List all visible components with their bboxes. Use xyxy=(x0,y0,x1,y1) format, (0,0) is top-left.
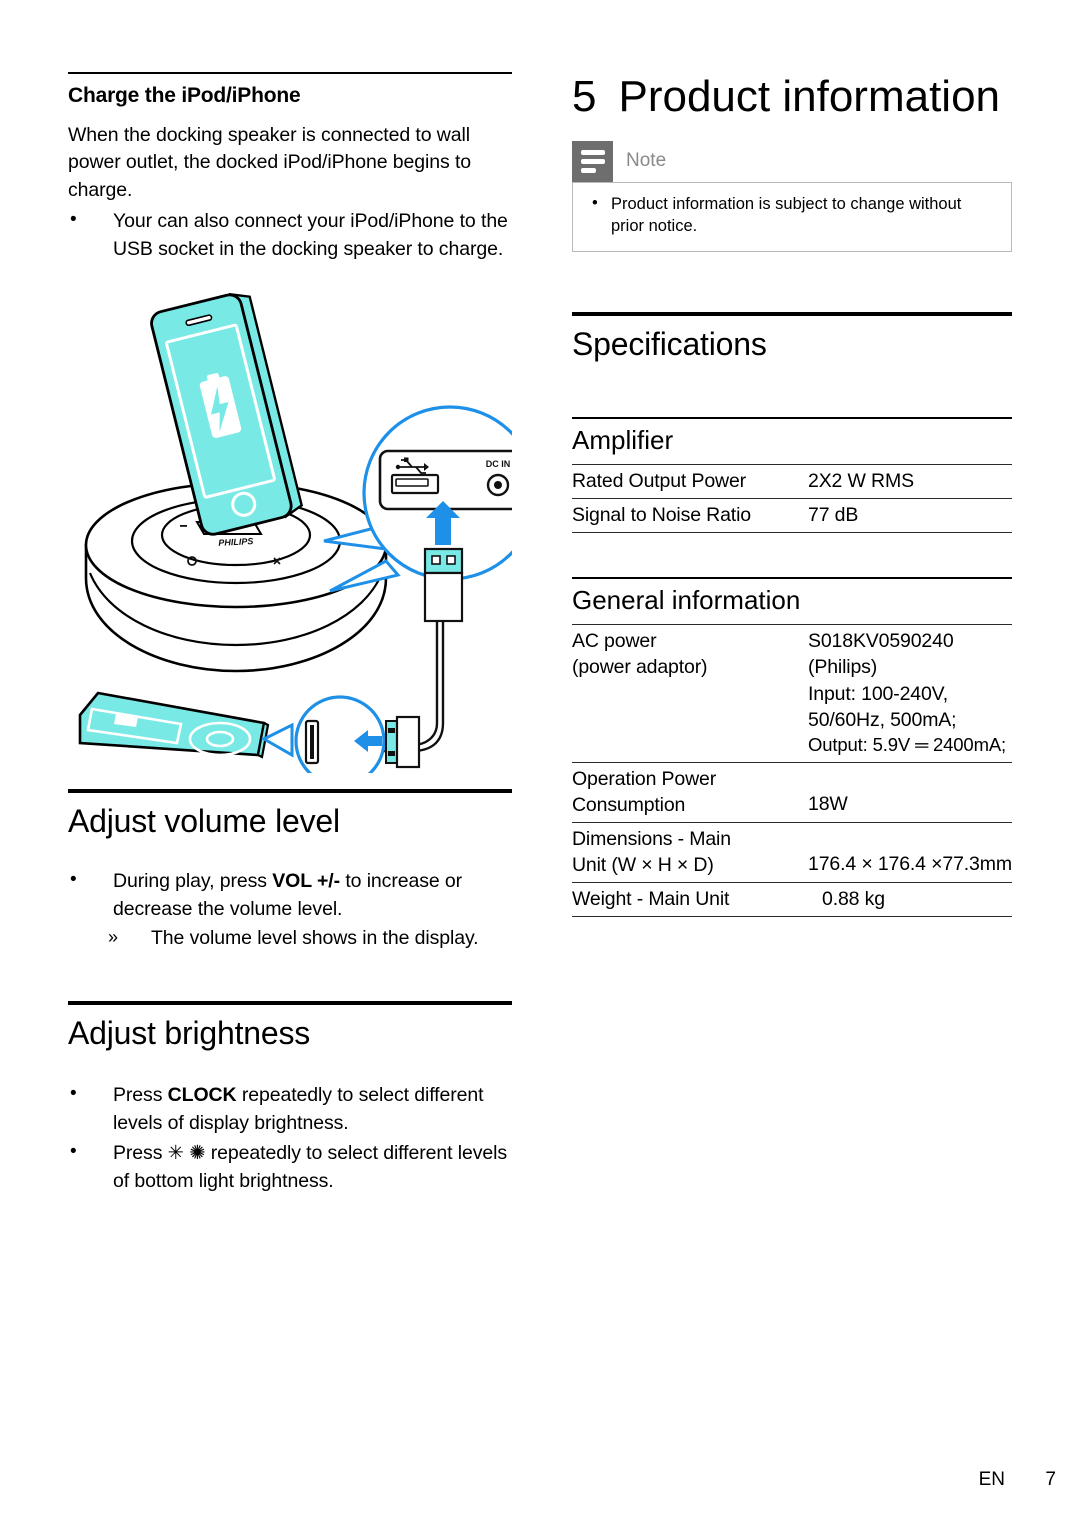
dock-port xyxy=(304,720,320,765)
bullet-text-bold: VOL +/- xyxy=(272,870,340,893)
value-line: 50/60Hz, 500mA; xyxy=(808,708,957,731)
philips-logo: PHILIPS xyxy=(218,536,253,548)
table-cell-value: 18W xyxy=(806,762,1012,823)
amplifier-table: Rated Output Power 2X2 W RMS Signal to N… xyxy=(572,465,1012,534)
dock-connector-plug xyxy=(385,716,421,769)
table-row: Dimensions - Main Unit (W × H × D) 176.4… xyxy=(572,822,1012,884)
heading-adjust-volume: Adjust volume level xyxy=(68,803,340,840)
subsection-rule-amplifier xyxy=(572,417,1012,419)
table-cell-value: 176.4 × 176.4 ×77.3mm xyxy=(806,822,1012,884)
table-cell-key: Weight - Main Unit xyxy=(572,882,806,918)
brightness-symbols-icon: ✳ ✺ xyxy=(167,1142,206,1165)
table-row: Signal to Noise Ratio 77 dB xyxy=(572,498,1012,534)
table-row: Rated Output Power 2X2 W RMS xyxy=(572,465,1012,500)
ipod-nano xyxy=(78,691,270,759)
volume-bullet-list: During play, press VOL +/- to increase o… xyxy=(68,867,512,923)
table-cell-key: Dimensions - Main Unit (W × H × D) xyxy=(572,822,806,884)
dock-connector-callout xyxy=(260,695,421,774)
heading-amplifier: Amplifier xyxy=(572,424,674,455)
dc-in-label: DC IN xyxy=(486,459,511,469)
key-line: Dimensions - Main xyxy=(572,827,731,850)
table-row: Weight - Main Unit 0.88 kg xyxy=(572,882,1012,918)
bullet-text-pre: Press xyxy=(113,1083,168,1106)
table-cell-value: S018KV0590240 (Philips) Input: 100-240V,… xyxy=(806,625,1012,763)
subsection-rule-general xyxy=(572,577,1012,579)
chapter-title-block: 5 Product information xyxy=(572,72,1012,123)
note-label: Note xyxy=(626,150,667,172)
value-line: Output: 5.9V ═ 2400mA; xyxy=(808,733,1007,755)
page-title: Product information xyxy=(618,72,1001,121)
usb-port xyxy=(390,474,440,495)
table-cell-value: 2X2 W RMS xyxy=(806,465,1012,500)
table-cell-value: 0.88 kg xyxy=(806,882,1012,918)
table-cell-key: AC power (power adaptor) xyxy=(572,625,806,763)
key-line: Consumption xyxy=(572,793,686,816)
note-box: Note Product information is subject to c… xyxy=(572,140,1012,253)
heading-charge-ipod: Charge the iPod/iPhone xyxy=(68,83,301,107)
table-cell-value: 77 dB xyxy=(806,498,1012,534)
list-item: Product information is subject to change… xyxy=(587,193,997,238)
bullet-text-pre: During play, press xyxy=(113,870,273,893)
section-rule-specifications xyxy=(572,312,1012,317)
key-line: Operation Power xyxy=(572,767,717,790)
manual-page: Charge the iPod/iPhone When the docking … xyxy=(0,0,1080,1527)
charge-bullet-list: Your can also connect your iPod/iPhone t… xyxy=(68,207,512,263)
note-icon xyxy=(572,140,613,182)
charge-paragraph: When the docking speaker is connected to… xyxy=(68,123,472,202)
general-information-table: AC power (power adaptor) S018KV0590240 (… xyxy=(572,625,1012,918)
table-cell-key: Rated Output Power xyxy=(572,465,806,500)
table-cell-key: Signal to Noise Ratio xyxy=(572,498,806,534)
list-item: The volume level shows in the display. xyxy=(106,925,512,953)
right-column: 5 Product information Note Product infor… xyxy=(572,0,1012,918)
value-line: (Philips) xyxy=(808,656,878,679)
list-item: During play, press VOL +/- to increase o… xyxy=(68,867,512,923)
usb-plug xyxy=(423,548,464,623)
section-rule-brightness xyxy=(68,1001,512,1006)
value-line: S018KV0590240 xyxy=(808,630,954,653)
chapter-number: 5 xyxy=(572,72,597,121)
dc-in-jack-icon xyxy=(486,474,510,497)
list-item: Press ✳ ✺ repeatedly to select different… xyxy=(68,1139,512,1195)
brightness-bullet-list: Press CLOCK repeatedly to select differe… xyxy=(68,1081,512,1196)
page-footer: EN 7 xyxy=(0,1432,1080,1527)
table-cell-key: Operation Power Consumption xyxy=(572,762,806,823)
heading-adjust-brightness: Adjust brightness xyxy=(68,1015,311,1052)
heading-specifications: Specifications xyxy=(572,326,767,363)
table-row: Operation Power Consumption 18W xyxy=(572,762,1012,823)
volume-sub-bullet-list: The volume level shows in the display. xyxy=(106,925,512,953)
note-body: Product information is subject to change… xyxy=(572,181,1012,253)
key-line: AC power xyxy=(572,630,657,653)
bullet-text-bold: CLOCK xyxy=(167,1083,237,1106)
key-line: Unit (W × H × D) xyxy=(572,853,714,876)
key-line: (power adaptor) xyxy=(572,656,708,679)
list-item: Press CLOCK repeatedly to select differe… xyxy=(68,1081,512,1137)
table-row: AC power (power adaptor) S018KV0590240 (… xyxy=(572,625,1012,763)
note-header: Note xyxy=(572,140,1012,182)
heading-general-information: General information xyxy=(572,584,801,615)
value-line: Input: 100-240V, xyxy=(808,682,949,705)
section-rule-charge xyxy=(68,72,512,74)
docking-speaker-illustration: PHILIPS DC IN xyxy=(68,273,512,774)
footer-language: EN xyxy=(978,1469,1005,1490)
section-rule-volume xyxy=(68,789,512,794)
list-item: Your can also connect your iPod/iPhone t… xyxy=(68,207,512,263)
footer-page-number: 7 xyxy=(1045,1469,1056,1490)
left-column: Charge the iPod/iPhone When the docking … xyxy=(68,0,512,1196)
bullet-text-pre: Press xyxy=(113,1142,168,1165)
